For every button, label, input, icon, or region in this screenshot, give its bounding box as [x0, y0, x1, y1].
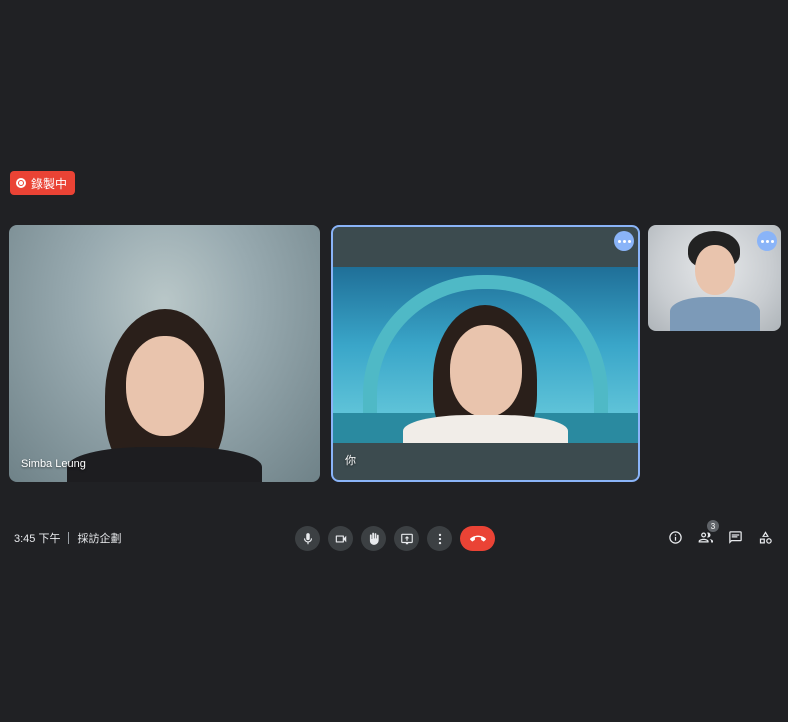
recording-indicator: 錄製中 — [10, 171, 76, 195]
meet-call-screen: 錄製中 Simba Leung 你 3:45 下午 採訪企劃 3 — [0, 0, 788, 722]
divider — [68, 532, 70, 544]
participant-video — [9, 225, 320, 482]
raise-hand-button[interactable] — [361, 526, 386, 551]
meeting-details-button[interactable] — [666, 528, 685, 547]
virtual-background — [333, 267, 638, 443]
present-button[interactable] — [394, 526, 419, 551]
more-options-button[interactable] — [427, 526, 452, 551]
participant-tile-simba[interactable]: Simba Leung — [9, 225, 320, 482]
present-screen-icon — [400, 533, 413, 544]
more-horiz-icon — [760, 239, 764, 243]
camera-icon — [335, 535, 346, 542]
meeting-title: 採訪企劃 — [77, 533, 122, 545]
people-button[interactable]: 3 — [696, 520, 719, 547]
participant-tile-3[interactable] — [648, 225, 781, 331]
mic-button[interactable] — [295, 526, 320, 551]
info-icon — [669, 531, 682, 544]
participant-count-badge: 3 — [707, 520, 719, 532]
people-icon — [698, 532, 713, 543]
microphone-icon — [303, 532, 312, 544]
call-controls — [295, 526, 495, 551]
recording-label: 錄製中 — [31, 176, 68, 191]
camera-button[interactable] — [328, 526, 353, 551]
hand-icon — [369, 532, 379, 545]
activities-button[interactable] — [756, 528, 775, 547]
chat-button[interactable] — [726, 528, 745, 547]
meeting-time: 3:45 下午 — [14, 533, 61, 545]
participant-tile-self[interactable]: 你 — [331, 225, 640, 482]
leave-call-button[interactable] — [460, 526, 495, 551]
end-call-icon — [469, 535, 486, 541]
record-icon — [16, 178, 26, 188]
tile-options-button[interactable] — [614, 231, 634, 251]
participant-name: 你 — [345, 455, 356, 467]
more-vert-icon — [438, 533, 441, 544]
participant-name: Simba Leung — [21, 458, 86, 470]
chat-icon — [729, 531, 742, 544]
side-panel-tools: 3 — [666, 520, 775, 547]
more-horiz-icon — [617, 239, 621, 243]
meeting-details: 3:45 下午 採訪企劃 — [14, 530, 121, 546]
activities-icon — [759, 531, 772, 544]
tile-options-button[interactable] — [757, 231, 777, 251]
